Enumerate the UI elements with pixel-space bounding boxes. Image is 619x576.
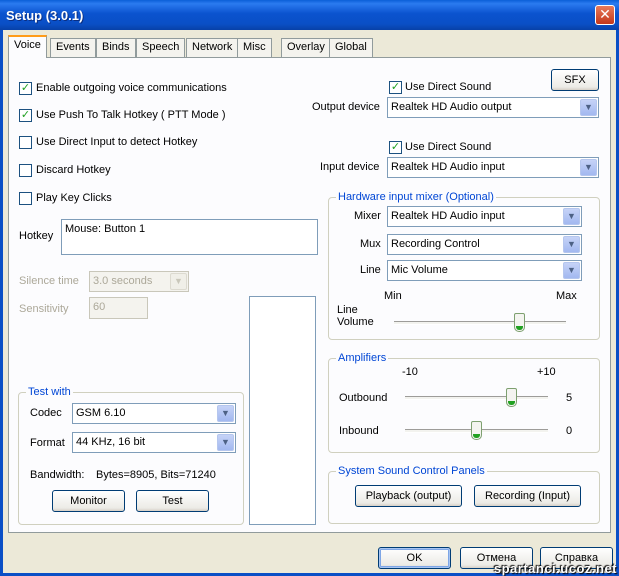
output-device-select[interactable]: Realtek HD Audio output ▼ <box>387 97 599 118</box>
direct-input-checkbox[interactable] <box>19 136 32 149</box>
tab-global[interactable]: Global <box>329 38 373 57</box>
window-title: Setup (3.0.1) <box>6 8 84 23</box>
volume-min-label: Min <box>384 290 402 302</box>
inbound-label: Inbound <box>339 425 379 437</box>
recording-input-button[interactable]: Recording (Input) <box>474 485 581 507</box>
chevron-down-icon: ▼ <box>217 405 234 422</box>
mixer-value: Realtek HD Audio input <box>391 210 505 222</box>
outbound-value: 5 <box>566 392 573 404</box>
output-direct-sound-label: Use Direct Sound <box>405 81 492 93</box>
sfx-button[interactable]: SFX <box>551 69 599 91</box>
ok-button[interactable]: OK <box>378 547 451 569</box>
enable-voice-label: Enable outgoing voice communications <box>36 82 227 94</box>
chevron-down-icon: ▼ <box>217 434 234 451</box>
input-device-select[interactable]: Realtek HD Audio input ▼ <box>387 157 599 178</box>
system-panels-title: System Sound Control Panels <box>336 465 487 477</box>
codec-label: Codec <box>30 407 62 419</box>
mux-label: Mux <box>360 238 381 250</box>
test-with-title: Test with <box>26 386 73 398</box>
playback-output-button[interactable]: Playback (output) <box>355 485 462 507</box>
close-icon: ✕ <box>599 6 611 22</box>
volume-max-label: Max <box>556 290 577 302</box>
silence-time-select[interactable]: 3.0 seconds ▼ <box>89 271 189 292</box>
input-device-label: Input device <box>320 161 380 173</box>
chevron-down-icon: ▼ <box>563 236 580 253</box>
sensitivity-label: Sensitivity <box>19 303 69 315</box>
tab-events[interactable]: Events <box>50 38 96 57</box>
mux-select[interactable]: Recording Control ▼ <box>387 234 582 255</box>
bandwidth-value: Bytes=8905, Bits=71240 <box>96 469 216 481</box>
silence-time-value: 3.0 seconds <box>93 275 153 287</box>
tab-overlay[interactable]: Overlay <box>281 38 331 57</box>
tab-speech[interactable]: Speech <box>136 38 186 57</box>
codec-value: GSM 6.10 <box>76 407 126 419</box>
inbound-value: 0 <box>566 425 573 437</box>
line-volume-label-1: Line <box>337 304 358 316</box>
mixer-label: Mixer <box>354 210 381 222</box>
line-volume-label-2: Volume <box>337 316 374 328</box>
amplifiers-group <box>328 358 600 453</box>
amp-max-label: +10 <box>537 366 556 378</box>
tab-binds[interactable]: Binds <box>96 38 136 57</box>
tab-network[interactable]: Network <box>186 38 239 57</box>
format-label: Format <box>30 437 65 449</box>
chevron-down-icon: ▼ <box>563 208 580 225</box>
output-device-value: Realtek HD Audio output <box>391 101 512 113</box>
line-volume-slider-thumb[interactable] <box>513 313 525 332</box>
format-select[interactable]: 44 KHz, 16 bit ▼ <box>72 432 236 453</box>
test-button[interactable]: Test <box>136 490 209 512</box>
mixer-select[interactable]: Realtek HD Audio input ▼ <box>387 206 582 227</box>
mixer-title: Hardware input mixer (Optional) <box>336 191 496 203</box>
amp-min-label: -10 <box>402 366 418 378</box>
watermark: spartanci.ucoz.net <box>493 561 617 576</box>
tab-voice[interactable]: Voice <box>8 35 47 58</box>
hotkey-field[interactable]: Mouse: Button 1 <box>61 219 318 255</box>
push-to-talk-label: Use Push To Talk Hotkey ( PTT Mode ) <box>36 109 226 121</box>
tab-misc[interactable]: Misc <box>237 38 272 57</box>
mux-value: Recording Control <box>391 238 480 250</box>
enable-voice-checkbox[interactable]: ✓ <box>19 82 32 95</box>
level-meter <box>249 296 316 525</box>
push-to-talk-checkbox[interactable]: ✓ <box>19 109 32 122</box>
chevron-down-icon: ▼ <box>580 99 597 116</box>
chevron-down-icon: ▼ <box>170 273 187 290</box>
close-button[interactable]: ✕ <box>595 5 615 25</box>
chevron-down-icon: ▼ <box>563 262 580 279</box>
line-volume-track[interactable] <box>394 321 566 325</box>
format-value: 44 KHz, 16 bit <box>76 436 146 448</box>
outbound-label: Outbound <box>339 392 388 404</box>
hotkey-label: Hotkey <box>19 230 54 242</box>
silence-time-label: Silence time <box>19 275 79 287</box>
inbound-slider-thumb[interactable] <box>470 421 482 440</box>
discard-hotkey-label: Discard Hotkey <box>36 164 111 176</box>
key-clicks-label: Play Key Clicks <box>36 192 112 204</box>
line-label: Line <box>360 264 381 276</box>
outbound-slider-thumb[interactable] <box>506 388 518 407</box>
chevron-down-icon: ▼ <box>580 159 597 176</box>
amplifiers-title: Amplifiers <box>336 352 389 364</box>
sensitivity-field[interactable]: 60 <box>89 297 148 319</box>
input-direct-sound-checkbox[interactable]: ✓ <box>389 141 402 154</box>
discard-hotkey-checkbox[interactable] <box>19 164 32 177</box>
bandwidth-label: Bandwidth: <box>30 469 85 481</box>
codec-select[interactable]: GSM 6.10 ▼ <box>72 403 236 424</box>
output-direct-sound-checkbox[interactable]: ✓ <box>389 81 402 94</box>
line-value: Mic Volume <box>391 264 448 276</box>
key-clicks-checkbox[interactable] <box>19 192 32 205</box>
line-select[interactable]: Mic Volume ▼ <box>387 260 582 281</box>
title-bar: Setup (3.0.1) ✕ <box>0 0 619 30</box>
input-device-value: Realtek HD Audio input <box>391 161 505 173</box>
input-direct-sound-label: Use Direct Sound <box>405 141 492 153</box>
direct-input-label: Use Direct Input to detect Hotkey <box>36 136 198 148</box>
outbound-track[interactable] <box>405 396 548 400</box>
output-device-label: Output device <box>312 101 380 113</box>
monitor-button[interactable]: Monitor <box>52 490 125 512</box>
